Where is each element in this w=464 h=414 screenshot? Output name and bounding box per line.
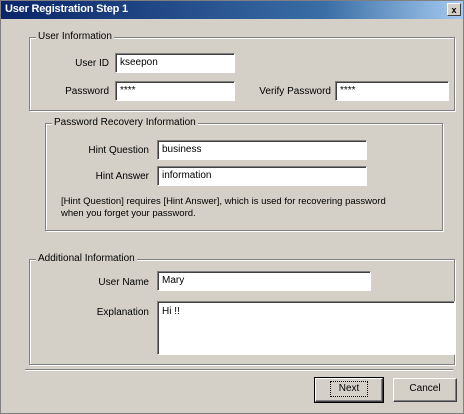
hint-note-line1: [Hint Question] requires [Hint Answer], … [61, 196, 386, 207]
hint-answer-label: Hint Answer [95, 171, 149, 182]
verify-password-label: Verify Password [259, 86, 331, 97]
hint-question-label: Hint Question [88, 145, 149, 156]
registration-dialog: User Registration Step 1 x User Informat… [0, 0, 464, 414]
next-button[interactable]: Next [314, 377, 384, 403]
user-information-legend: User Information [36, 31, 114, 42]
user-name-input[interactable]: Mary [157, 271, 371, 291]
explanation-textarea[interactable]: Hi !! [157, 301, 455, 355]
password-input[interactable]: **** [115, 81, 235, 101]
hint-note-line2: when you forget your password. [61, 208, 196, 219]
title-bar[interactable]: User Registration Step 1 x [1, 1, 463, 19]
user-id-label: User ID [75, 58, 109, 69]
additional-information-legend: Additional Information [36, 253, 137, 264]
hint-answer-input[interactable]: information [157, 166, 367, 186]
user-name-label: User Name [98, 277, 149, 288]
window-title: User Registration Step 1 [5, 3, 128, 15]
user-id-input[interactable]: kseepon [115, 53, 235, 73]
password-recovery-legend: Password Recovery Information [52, 117, 198, 128]
hint-question-input[interactable]: business [157, 140, 367, 160]
explanation-label: Explanation [96, 307, 149, 318]
next-button-label: Next [329, 381, 369, 397]
cancel-button[interactable]: Cancel [393, 378, 457, 402]
button-separator [25, 369, 453, 371]
close-button[interactable]: x [447, 3, 461, 16]
close-icon: x [451, 5, 457, 15]
password-label: Password [65, 86, 109, 97]
verify-password-input[interactable]: **** [335, 81, 449, 101]
